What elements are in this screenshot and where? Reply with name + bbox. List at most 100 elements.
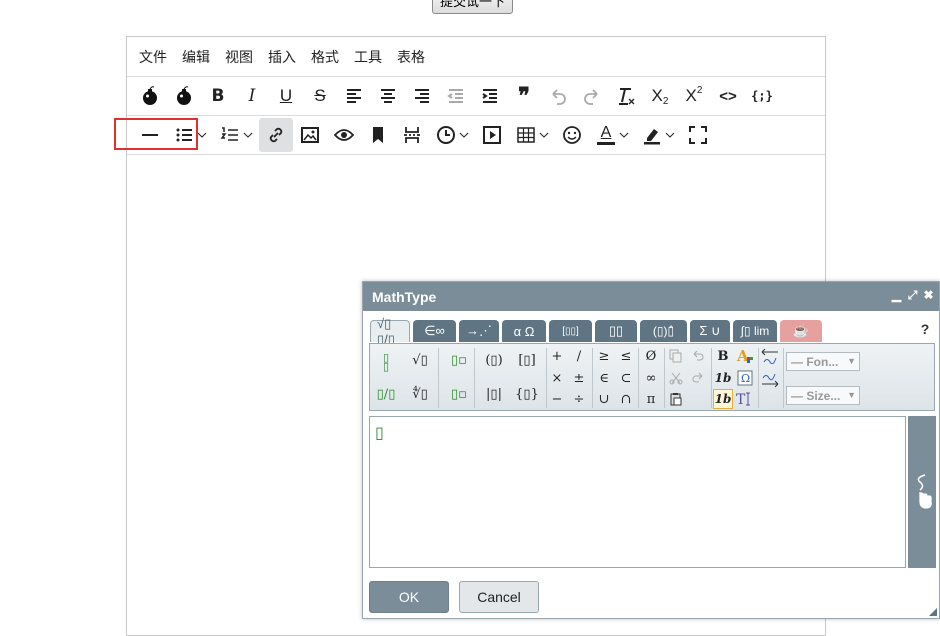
formula-edit-area[interactable]: ▯ [369, 416, 906, 568]
absolute-value-icon[interactable]: |▯| [482, 384, 506, 404]
times-symbol[interactable]: × [547, 368, 567, 388]
paste-icon[interactable] [666, 389, 686, 409]
ok-button[interactable]: OK [369, 581, 449, 613]
cancel-button[interactable]: Cancel [459, 581, 539, 613]
table-chevron-down-icon[interactable] [537, 130, 551, 140]
tab-matrices[interactable]: [▯▯] [549, 320, 592, 342]
brackets-icon[interactable]: [▯] [515, 350, 539, 370]
font-size-select[interactable]: — Size... ▼ [786, 386, 860, 405]
menu-tools[interactable]: 工具 [348, 47, 388, 67]
minus-symbol[interactable]: − [547, 389, 567, 409]
tab-calculus[interactable]: ∫▯ lim [733, 320, 777, 342]
handwriting-toggle-icon[interactable] [908, 416, 936, 568]
underline-button[interactable]: U [269, 79, 303, 113]
tab-greek[interactable]: α Ω [502, 320, 546, 342]
sqrt-icon[interactable]: √▯ [410, 350, 430, 370]
image-icon[interactable] [293, 118, 327, 152]
redo-icon[interactable] [688, 368, 708, 388]
undo-icon[interactable] [541, 79, 575, 113]
help-icon[interactable]: ? [917, 321, 933, 337]
copy-icon[interactable] [666, 346, 686, 366]
numbered-list-chevron-down-icon[interactable] [241, 130, 255, 140]
menu-view[interactable]: 视图 [219, 47, 259, 67]
tab-contextual[interactable]: ☕ [780, 320, 822, 342]
superscript-template-icon[interactable]: ▯▫ [449, 350, 469, 370]
plus-minus-symbol[interactable]: ± [569, 368, 589, 388]
special-chars-icon[interactable]: Ω [735, 368, 755, 388]
cut-icon[interactable] [666, 368, 686, 388]
text-color-chevron-down-icon[interactable] [617, 130, 631, 140]
menu-edit[interactable]: 编辑 [176, 47, 216, 67]
time-chevron-down-icon[interactable] [457, 130, 471, 140]
subset-symbol[interactable]: ⊂ [616, 368, 636, 388]
font-family-select[interactable]: — Fon... ▼ [786, 352, 860, 371]
menu-table[interactable]: 表格 [391, 47, 431, 67]
slash-symbol[interactable]: / [569, 346, 589, 366]
superscript-icon[interactable]: X2 [677, 79, 711, 113]
nth-root-icon[interactable]: ∜▯ [410, 384, 430, 404]
text-mode-icon[interactable]: T [735, 389, 755, 409]
redo-icon[interactable] [575, 79, 609, 113]
resize-grip-icon[interactable] [929, 608, 937, 616]
strikethrough-button[interactable]: S [303, 79, 337, 113]
indent-icon[interactable] [473, 79, 507, 113]
media-icon[interactable] [475, 118, 509, 152]
braces-icon[interactable]: {▯} [515, 384, 539, 404]
greater-equal-symbol[interactable]: ≥ [594, 346, 614, 366]
align-center-icon[interactable] [371, 79, 405, 113]
minimize-icon[interactable]: ▁ [890, 288, 903, 302]
bevelled-fraction-icon[interactable]: ▯/▯ [376, 384, 396, 404]
mathtype-titlebar[interactable]: MathType ▁ ⤢ ✖ [363, 282, 939, 311]
preview-icon[interactable] [327, 118, 361, 152]
align-right-icon[interactable] [405, 79, 439, 113]
pi-symbol[interactable]: π [641, 389, 661, 409]
ltr-icon[interactable] [760, 370, 780, 390]
element-of-symbol[interactable]: ∈ [594, 368, 614, 388]
intersection-symbol[interactable]: ∩ [616, 389, 636, 409]
empty-set-symbol[interactable]: Ø [641, 346, 661, 366]
less-equal-symbol[interactable]: ≤ [616, 346, 636, 366]
align-left-icon[interactable] [337, 79, 371, 113]
fullscreen-icon[interactable] [681, 118, 715, 152]
emoticons-icon[interactable] [555, 118, 589, 152]
blockquote-icon[interactable]: ❞ [507, 79, 541, 113]
text-color-icon[interactable]: A [735, 346, 755, 366]
undo-icon[interactable] [688, 346, 708, 366]
infinity-symbol[interactable]: ∞ [641, 368, 661, 388]
italic-style-button[interactable]: 1b [713, 368, 733, 388]
clear-format-icon[interactable] [609, 79, 643, 113]
subscript-template-icon[interactable]: ▯▫ [449, 384, 469, 404]
close-icon[interactable]: ✖ [922, 288, 935, 302]
tab-big-operators[interactable]: Σ ∪ [690, 320, 730, 342]
bookmark-icon[interactable] [361, 118, 395, 152]
menu-file[interactable]: 文件 [133, 47, 173, 67]
math-style-button-selected[interactable]: 1b [713, 389, 733, 409]
page-break-icon[interactable] [395, 118, 429, 152]
tab-general[interactable]: √▯ ▯/▯ [370, 316, 410, 347]
bold-style-button[interactable]: B [713, 346, 733, 366]
link-icon[interactable] [259, 118, 293, 152]
bomb-icon[interactable] [133, 79, 167, 113]
fraction-icon[interactable]: ▯ ▯ [376, 352, 396, 372]
plus-symbol[interactable]: + [547, 346, 567, 366]
tab-scripts[interactable]: ▯▯ [595, 320, 637, 342]
tab-symbols[interactable]: ∈∞ [413, 320, 456, 342]
rtl-icon[interactable] [760, 346, 780, 366]
menu-format[interactable]: 格式 [305, 47, 345, 67]
italic-button[interactable]: I [235, 79, 269, 113]
maximize-icon[interactable]: ⤢ [906, 288, 919, 302]
outdent-icon[interactable] [439, 79, 473, 113]
highlight-chevron-down-icon[interactable] [663, 130, 677, 140]
tab-arrows[interactable]: →⋰ [459, 320, 499, 342]
bomb-icon[interactable] [167, 79, 201, 113]
union-symbol[interactable]: ∪ [594, 389, 614, 409]
parentheses-icon[interactable]: (▯) [482, 350, 506, 370]
menu-insert[interactable]: 插入 [262, 47, 302, 67]
code-sample-icon[interactable]: {;} [745, 79, 779, 113]
tab-decorations[interactable]: (▯)▯̂ [640, 320, 687, 342]
submit-try-button[interactable]: 提交试一下 [432, 0, 514, 14]
code-icon[interactable]: <> [711, 79, 745, 113]
divide-symbol[interactable]: ÷ [569, 389, 589, 409]
bold-button[interactable]: B [201, 79, 235, 113]
subscript-icon[interactable]: X2 [643, 79, 677, 113]
